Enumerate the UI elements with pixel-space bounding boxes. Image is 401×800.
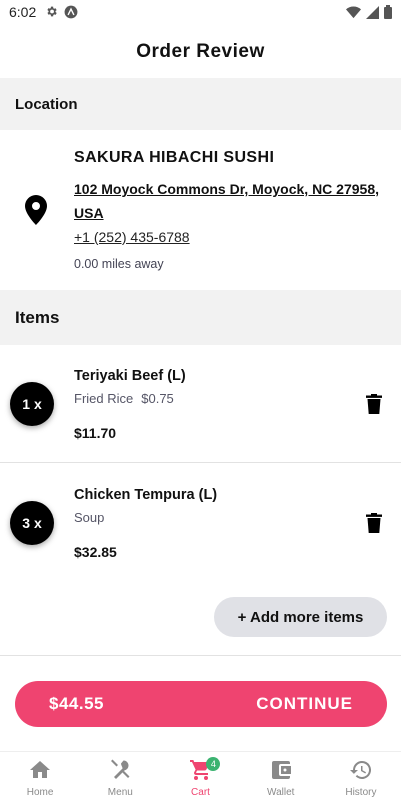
- cart-item-row: 1 x Teriyaki Beef (L) Fried Rice $0.75 $1…: [0, 345, 401, 463]
- status-bar: 6:02: [0, 0, 401, 26]
- items-section-header: Items: [0, 290, 401, 345]
- signal-icon: [366, 5, 379, 19]
- home-icon: [30, 761, 51, 778]
- continue-button[interactable]: $44.55 CONTINUE: [15, 681, 387, 727]
- map-pin-icon: [25, 195, 47, 225]
- nav-item-wallet[interactable]: Wallet: [241, 752, 321, 800]
- nav-label: Cart: [191, 787, 210, 798]
- order-total: $44.55: [49, 694, 104, 713]
- page-header: Order Review: [0, 26, 401, 78]
- item-option-name: Soup: [74, 510, 105, 525]
- nav-item-history[interactable]: History: [321, 752, 401, 800]
- item-option: Soup: [74, 510, 112, 525]
- item-option: Fried Rice $0.75: [74, 391, 174, 406]
- nav-label: Home: [26, 787, 54, 798]
- item-option-name: Fried Rice: [74, 391, 134, 406]
- nav-label: History: [345, 787, 377, 798]
- item-price: $11.70: [74, 425, 117, 441]
- status-time: 6:02: [9, 4, 37, 20]
- settings-gear-icon: [47, 6, 57, 17]
- wifi-icon: [346, 6, 361, 18]
- continue-label: CONTINUE: [256, 694, 353, 713]
- history-icon: [349, 760, 371, 779]
- quantity-badge[interactable]: 1 x: [10, 382, 54, 426]
- restaurant-distance: 0.00 miles away: [74, 257, 164, 271]
- restaurant-phone-link[interactable]: +1 (252) 435-6788: [74, 229, 190, 245]
- item-name: Teriyaki Beef (L): [74, 368, 186, 384]
- cart-item-row: 3 x Chicken Tempura (L) Soup $32.85: [0, 464, 401, 582]
- add-more-items-button[interactable]: + Add more items: [214, 597, 387, 637]
- nav-item-cart[interactable]: 4 Cart: [160, 752, 240, 800]
- wallet-icon: [271, 761, 291, 779]
- utensils-icon: [111, 759, 130, 779]
- location-card: SAKURA HIBACHI SUSHI 102 Moyock Commons …: [0, 130, 401, 290]
- trash-icon[interactable]: [366, 394, 382, 414]
- divider: [0, 655, 401, 656]
- item-price: $32.85: [74, 544, 117, 560]
- restaurant-address-link[interactable]: 102 Moyock Commons Dr, Moyock, NC 27958,…: [74, 177, 401, 225]
- nav-item-home[interactable]: Home: [0, 752, 80, 800]
- restaurant-name: SAKURA HIBACHI SUSHI: [74, 149, 275, 166]
- item-name: Chicken Tempura (L): [74, 487, 218, 503]
- trash-icon[interactable]: [366, 513, 382, 533]
- cart-count-badge: 4: [206, 757, 221, 771]
- quantity-badge[interactable]: 3 x: [10, 501, 54, 545]
- app-notification-icon: [64, 5, 78, 19]
- nav-label: Wallet: [267, 787, 295, 798]
- location-section-header: Location: [0, 78, 401, 130]
- page-title: Order Review: [136, 41, 265, 62]
- battery-icon: [384, 5, 392, 19]
- item-option-price: $0.75: [141, 391, 174, 406]
- nav-label: Menu: [107, 787, 133, 798]
- nav-item-menu[interactable]: Menu: [80, 752, 160, 800]
- bottom-nav: Home Menu 4 Cart Wallet History: [0, 751, 401, 800]
